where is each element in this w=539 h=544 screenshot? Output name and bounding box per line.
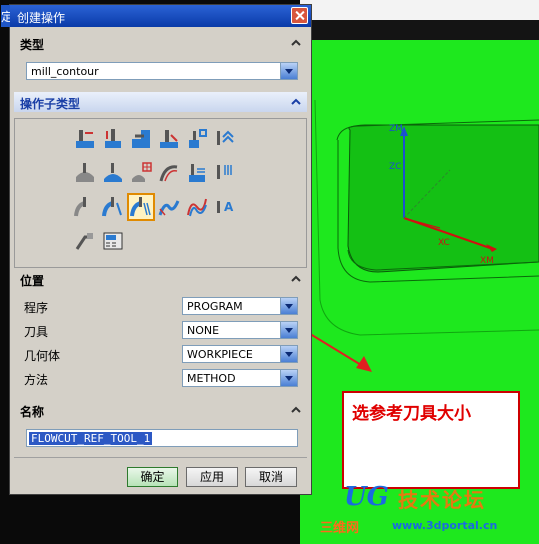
type-dropdown[interactable]: mill_contour (26, 62, 298, 80)
xc-axis-label: XC (438, 238, 450, 248)
contour-area-nonsteep-icon[interactable] (185, 161, 209, 185)
geometry-dropdown[interactable]: WORKPIECE (182, 345, 298, 363)
program-value: PROGRAM (187, 300, 243, 313)
corner-rough-icon[interactable] (129, 127, 153, 151)
annotation-box: 选参考刀具大小 (342, 391, 520, 489)
chevron-down-icon[interactable] (280, 322, 297, 338)
apply-button[interactable]: 应用 (186, 467, 238, 487)
dialog-titlebar[interactable]: 创建操作 (10, 5, 311, 27)
section-name-label: 名称 (20, 405, 45, 419)
flowcut-multiple-icon[interactable] (101, 195, 125, 219)
flowcut-single-icon[interactable] (73, 195, 97, 219)
create-operation-dialog: 定 创建操作 类型 mill_contour 操作子类型 A 位置 程序 PRO… (1, 4, 312, 495)
annotation-text: 选参考刀具大小 (352, 404, 471, 424)
tool-value: NONE (187, 324, 220, 337)
zc-axis-label: ZC (389, 162, 402, 172)
contour-text-icon[interactable]: A (213, 195, 237, 219)
geometry-value: WORKPIECE (187, 348, 253, 361)
dialog-title: 创建操作 (17, 11, 66, 25)
chevron-down-icon[interactable] (280, 298, 297, 314)
streamline-icon[interactable] (157, 161, 181, 185)
contour-area-icon[interactable] (101, 161, 125, 185)
contour-surface-area-icon[interactable] (129, 161, 153, 185)
profile-3d-icon[interactable] (185, 195, 209, 219)
watermark-sub: 三维网 (320, 521, 360, 536)
divider (14, 457, 307, 458)
rest-mill-icon[interactable] (157, 127, 181, 151)
chevron-up-icon[interactable] (288, 94, 304, 110)
contour-area-dir-steep-icon[interactable] (213, 161, 237, 185)
chevron-up-icon[interactable] (288, 35, 304, 51)
operation-name-input[interactable]: FLOWCUT_REF_TOOL_1 (26, 429, 298, 447)
ok-button[interactable]: 确定 (127, 467, 178, 487)
watermark-logo: UG (344, 482, 389, 512)
section-subtype-header[interactable]: 操作子类型 (14, 92, 307, 112)
chevron-down-icon[interactable] (280, 63, 297, 79)
program-label: 程序 (24, 301, 49, 315)
mill-user-icon[interactable] (73, 229, 97, 253)
tool-dropdown[interactable]: NONE (182, 321, 298, 339)
zlevel-corner-icon[interactable] (213, 127, 237, 151)
chevron-up-icon[interactable] (288, 271, 304, 287)
program-dropdown[interactable]: PROGRAM (182, 297, 298, 315)
mill-control-icon[interactable] (101, 229, 125, 253)
section-type-header[interactable]: 类型 (14, 33, 307, 53)
method-value: METHOD (187, 372, 236, 385)
xm-axis-label: XM (480, 256, 494, 266)
close-icon[interactable] (291, 7, 308, 24)
tool-label: 刀具 (24, 325, 49, 339)
watermark-title: 技术论坛 (398, 488, 486, 512)
flowcut-ref-tool-icon[interactable] (127, 193, 155, 221)
cancel-button[interactable]: 取消 (245, 467, 297, 487)
section-name-header[interactable]: 名称 (14, 400, 307, 420)
section-location-header[interactable]: 位置 (14, 269, 307, 289)
section-location-label: 位置 (20, 274, 45, 288)
chevron-up-icon[interactable] (288, 402, 304, 418)
type-dropdown-value: mill_contour (31, 65, 99, 78)
background-menu-fragment: 定 (1, 5, 13, 27)
zm-axis-label: ZM (389, 124, 403, 134)
flowcut-smooth-icon[interactable] (157, 195, 181, 219)
section-subtype-label: 操作子类型 (20, 97, 81, 111)
operation-name-value: FLOWCUT_REF_TOOL_1 (29, 432, 153, 445)
chevron-down-icon[interactable] (280, 370, 297, 386)
zlevel-profile-icon[interactable] (185, 127, 209, 151)
watermark-url: www.3dportal.cn (392, 519, 498, 532)
chevron-down-icon[interactable] (280, 346, 297, 362)
geometry-label: 几何体 (24, 349, 61, 363)
section-type-label: 类型 (20, 38, 45, 52)
fixed-contour-icon[interactable] (73, 161, 97, 185)
method-label: 方法 (24, 373, 49, 387)
cavity-mill-icon[interactable] (73, 127, 97, 151)
method-dropdown[interactable]: METHOD (182, 369, 298, 387)
plunge-mill-icon[interactable] (101, 127, 125, 151)
subtype-icon-panel: A (14, 118, 307, 268)
svg-text:A: A (224, 200, 234, 214)
